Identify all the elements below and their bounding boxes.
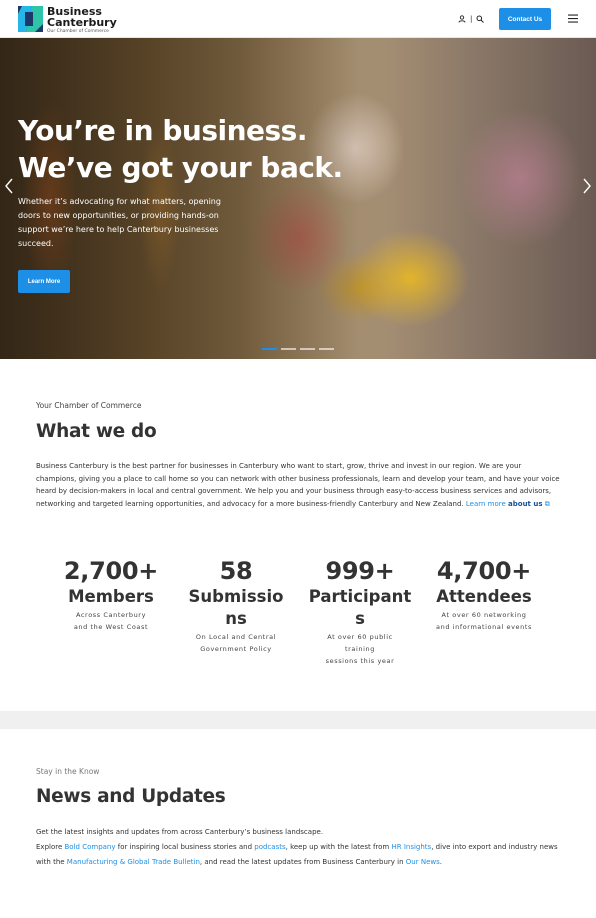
stat-desc-line: and the West Coast	[73, 623, 149, 631]
stat-participants: 999+ Participants At over 60 public trai…	[300, 556, 420, 667]
search-icon[interactable]	[476, 15, 485, 23]
logo-mark-icon	[18, 6, 43, 32]
stat-number: 2,700+	[63, 557, 159, 585]
business-canterbury-logo[interactable]: Business Canterbury Our Chamber of Comme…	[18, 6, 118, 34]
stat-desc-line: sessions this year	[325, 657, 395, 665]
stat-members: 2,700+ Members Across Canterbury and the…	[51, 556, 171, 633]
what-we-do-eyebrow: Your Chamber of Commerce	[36, 401, 142, 410]
contact-us-button[interactable]: Contact Us	[499, 8, 551, 30]
stat-description: On Local and Central Government Policy	[176, 631, 296, 655]
stat-description: At over 60 networking and informational …	[424, 609, 544, 633]
carousel-dot[interactable]	[300, 348, 315, 350]
stat-label: Attendees	[436, 587, 532, 606]
news-text: , and read the latest updates from Busin…	[199, 857, 406, 866]
stat-number: 999+	[325, 557, 395, 585]
carousel-indicators	[262, 348, 334, 350]
stat-label: Participants	[308, 587, 412, 628]
user-icon[interactable]	[458, 15, 466, 23]
external-link-icon: ⧉	[544, 500, 550, 509]
bold-company-link[interactable]: Bold Company	[65, 843, 116, 851]
stat-desc-line: At over 60 networking	[441, 611, 527, 619]
stat-label: Submissions	[188, 587, 284, 628]
news-text: for inspiring local business stories and	[115, 843, 255, 851]
news-intro: Get the latest insights and updates from…	[36, 828, 324, 836]
hamburger-menu-icon[interactable]	[568, 14, 578, 23]
chevron-right-icon[interactable]	[582, 178, 592, 194]
stat-attendees: 4,700+ Attendees At over 60 networking a…	[424, 556, 544, 633]
header-separator: |	[470, 15, 473, 23]
our-news-link[interactable]: Our News	[406, 858, 440, 866]
news-title: News and Updates	[36, 786, 226, 807]
learn-more-link[interactable]: Learn more	[466, 500, 506, 508]
learn-more-button[interactable]: Learn More	[18, 270, 70, 293]
section-divider-band	[0, 711, 596, 729]
hero-title-line2: We’ve got your back.	[18, 151, 343, 184]
news-eyebrow: Stay in the Know	[36, 767, 100, 776]
stat-description: Across Canterbury and the West Coast	[51, 609, 171, 633]
hr-insights-link[interactable]: HR Insights	[391, 843, 431, 851]
logo-line2: Canterbury	[47, 16, 117, 29]
stat-desc-line: training	[345, 645, 375, 653]
news-text: , keep up with the latest from	[285, 843, 392, 851]
hero-title-line1: You’re in business.	[18, 114, 307, 147]
stat-submissions: 58 Submissions On Local and Central Gove…	[176, 556, 296, 655]
site-header: Business Canterbury Our Chamber of Comme…	[0, 0, 596, 38]
stat-desc-line: On Local and Central	[195, 633, 277, 641]
stat-number: 58	[219, 557, 253, 585]
stat-desc-line: Government Policy	[200, 645, 272, 653]
logo-subtitle: Our Chamber of Commerce	[47, 29, 109, 34]
about-us-link[interactable]: about us	[508, 500, 542, 508]
manufacturing-bulletin-link[interactable]: Manufacturing & Global Trade Bulletin	[67, 858, 200, 866]
stat-desc-line: At over 60 public	[327, 633, 393, 641]
news-text: Explore	[36, 843, 65, 851]
podcasts-link[interactable]: podcasts	[254, 843, 285, 851]
stat-label: Members	[68, 587, 154, 606]
header-utility-icons: |	[458, 13, 485, 25]
chevron-left-icon[interactable]	[4, 178, 14, 194]
news-description: Explore Bold Company for inspiring local…	[36, 840, 560, 869]
what-we-do-description: Business Canterbury is the best partner …	[36, 460, 560, 511]
stats-row: 2,700+ Members Across Canterbury and the…	[0, 556, 596, 676]
stat-description: At over 60 public training sessions this…	[300, 631, 420, 667]
carousel-dot[interactable]	[281, 348, 296, 350]
what-we-do-title: What we do	[36, 421, 157, 442]
hero-banner: You’re in business. We’ve got your back.…	[0, 38, 596, 359]
carousel-dot[interactable]	[319, 348, 334, 350]
stat-desc-line: and informational events	[436, 623, 532, 631]
news-text: .	[439, 857, 442, 866]
hero-description: Whether it’s advocating for what matters…	[18, 197, 221, 248]
carousel-dot[interactable]	[262, 348, 277, 350]
stat-desc-line: Across Canterbury	[75, 611, 147, 619]
stat-number: 4,700+	[436, 557, 532, 585]
hero-title: You’re in business. We’ve got your back.	[18, 112, 358, 186]
